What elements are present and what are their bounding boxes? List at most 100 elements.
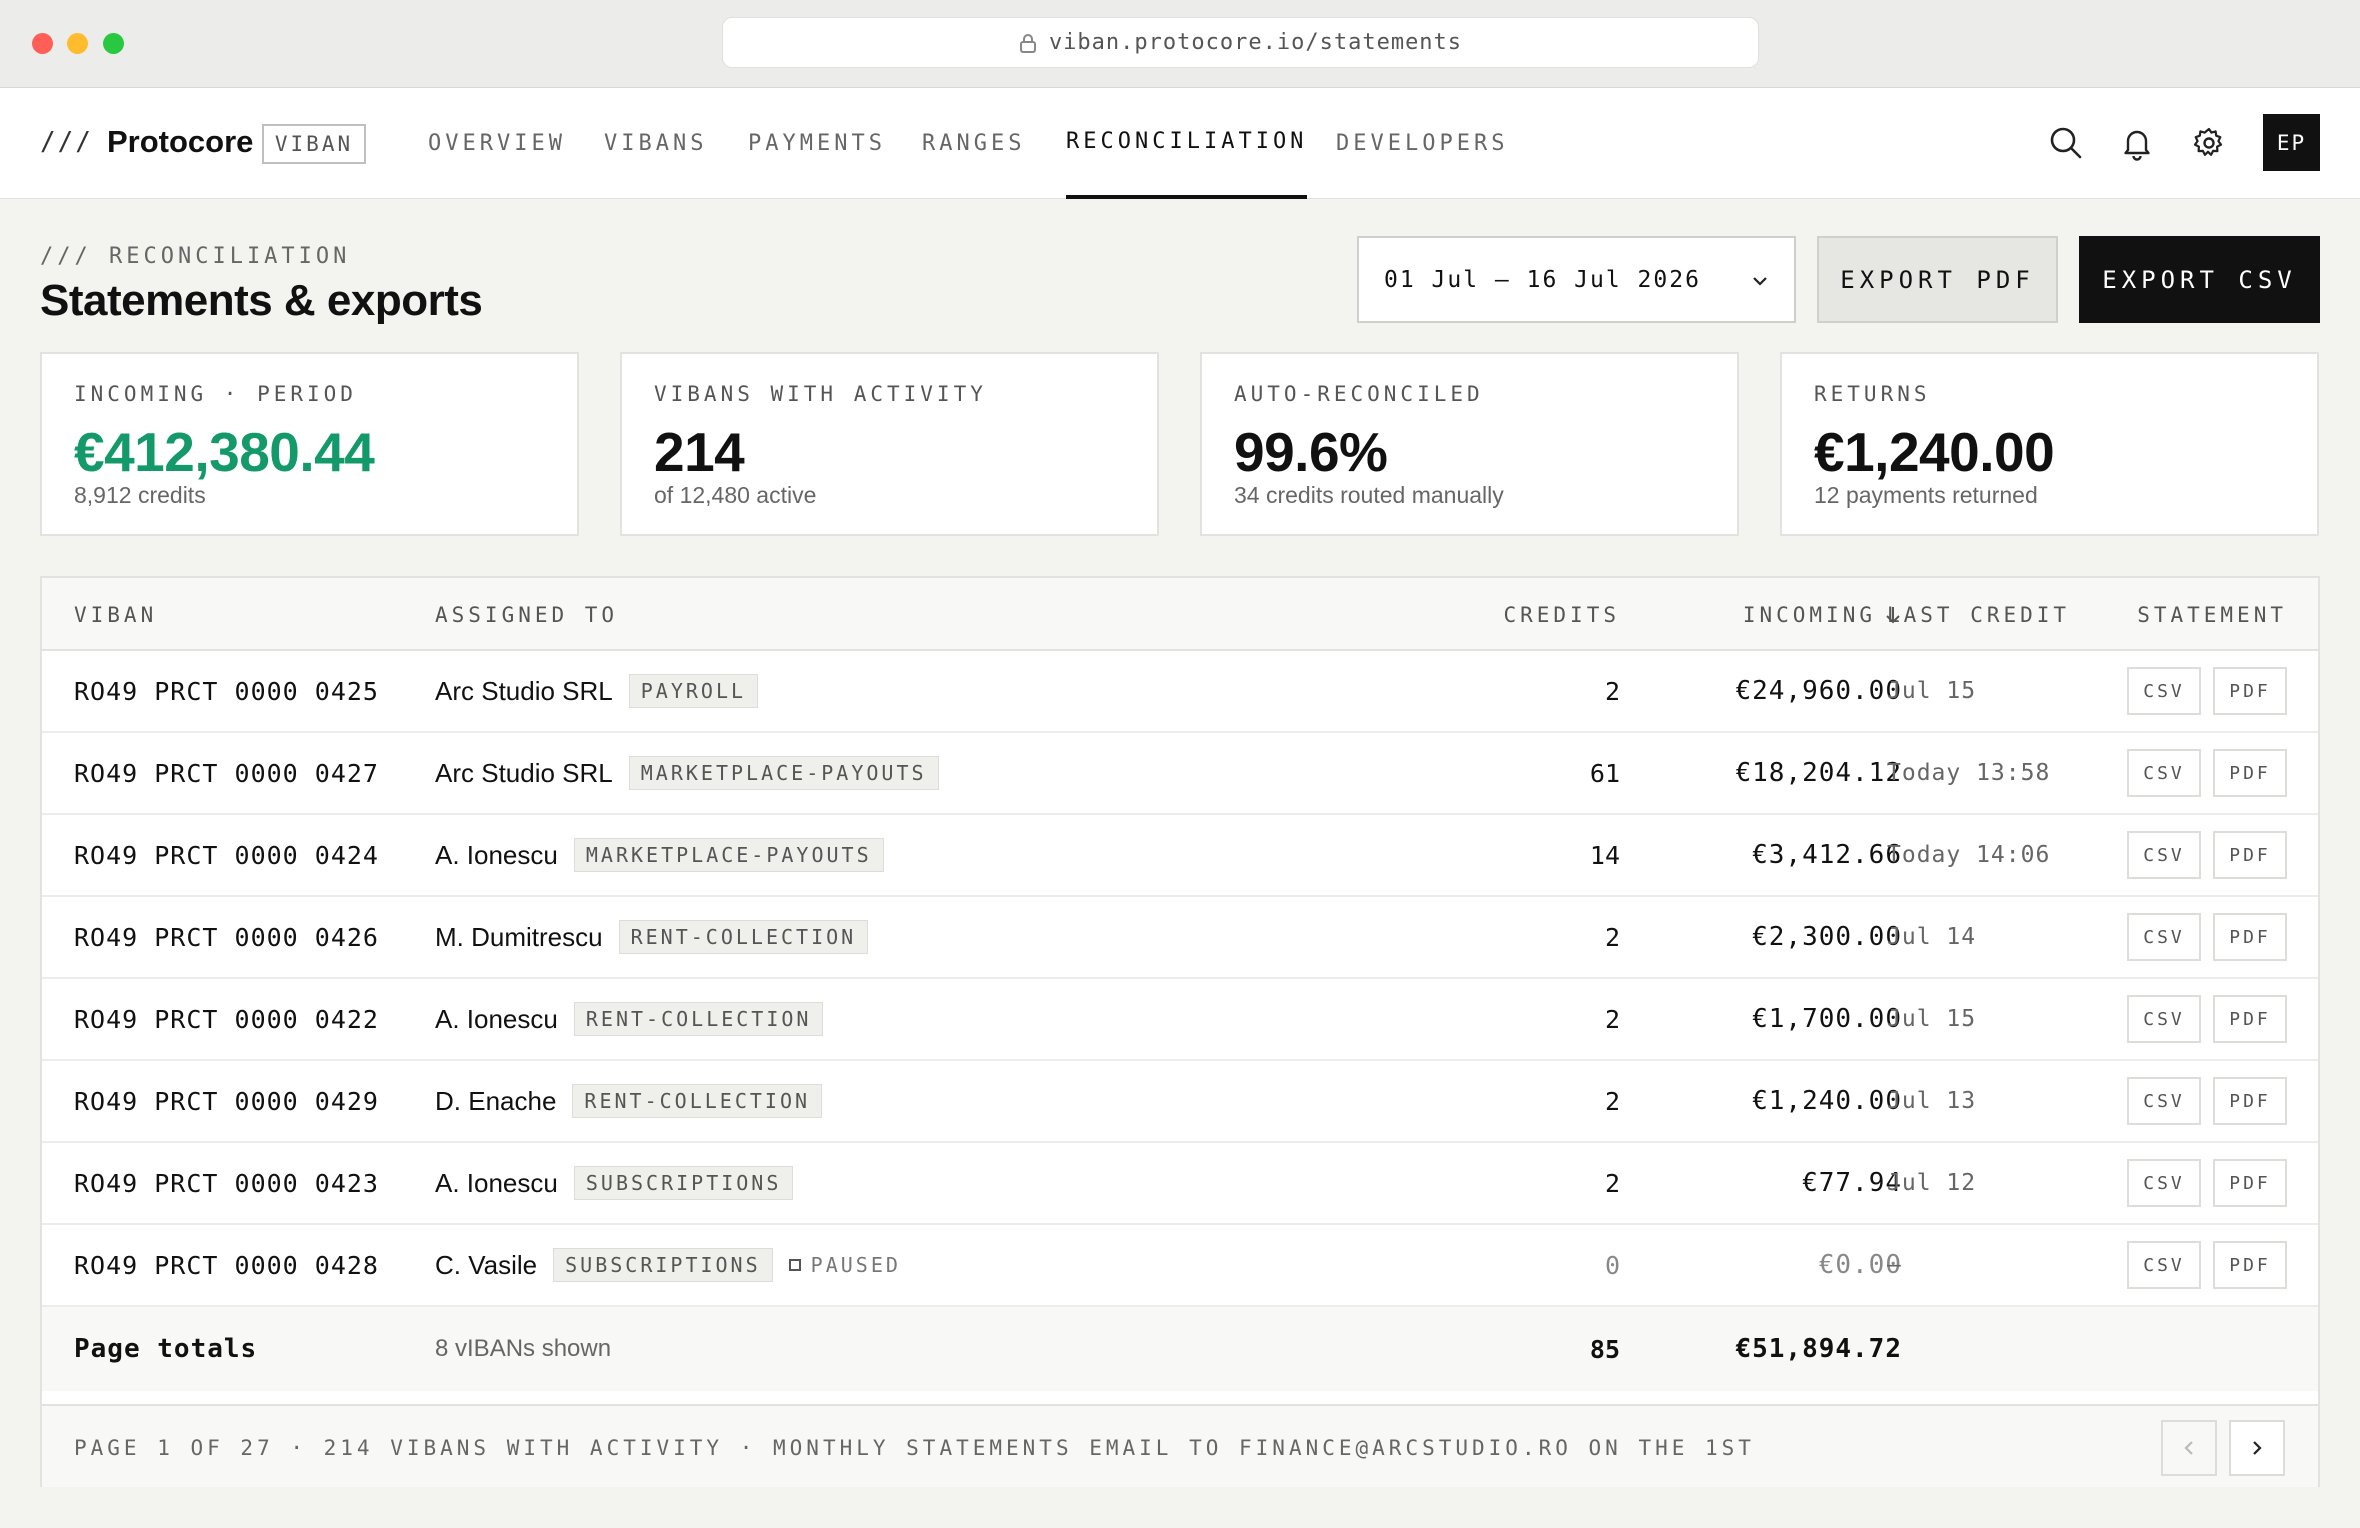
column-header-last-credit[interactable]: LAST CREDIT: [1887, 578, 2070, 651]
status-badge: PAUSED: [788, 1253, 901, 1277]
table-row[interactable]: RO49 PRCT 0000 0422 A. Ionescu RENT-COLLEC…: [42, 979, 2318, 1061]
incoming-amount: €18,204.12: [1735, 758, 1902, 788]
window-minimize-button[interactable]: [67, 33, 88, 54]
search-icon[interactable]: [2043, 120, 2089, 166]
credits-count: 61: [1589, 758, 1620, 788]
column-header-assigned[interactable]: ASSIGNED TO: [435, 578, 618, 651]
nav-link-developers[interactable]: DEVELOPERS: [1336, 88, 1508, 199]
table-row[interactable]: RO49 PRCT 0000 0426 M. Dumitrescu RENT-COL…: [42, 897, 2318, 979]
nav-link-payments[interactable]: PAYMENTS: [748, 88, 886, 199]
nav-link-vibans[interactable]: VIBANS: [604, 88, 707, 199]
table-row[interactable]: RO49 PRCT 0000 0425 Arc Studio SRL PAYROLL…: [42, 651, 2318, 733]
download-csv-button[interactable]: CSV: [2127, 1077, 2201, 1125]
nav-link-overview[interactable]: OVERVIEW: [428, 88, 566, 199]
logo-mark: ///: [40, 127, 93, 157]
column-header-credits[interactable]: CREDITS: [1342, 578, 1620, 651]
nav-link-ranges[interactable]: RANGES: [922, 88, 1025, 199]
download-csv-button[interactable]: CSV: [2127, 749, 2201, 797]
lock-icon: [1019, 33, 1036, 53]
pagination-summary: PAGE 1 OF 27 · 214 VIBANS WITH ACTIVITY …: [74, 1435, 1755, 1460]
download-pdf-button[interactable]: PDF: [2213, 995, 2287, 1043]
user-avatar[interactable]: EP: [2263, 114, 2320, 171]
window-close-button[interactable]: [32, 33, 53, 54]
assigned-to: Arc Studio SRL MARKETPLACE-PAYOUTS: [435, 733, 939, 813]
download-pdf-button[interactable]: PDF: [2213, 1077, 2287, 1125]
chevron-left-icon: [2184, 1441, 2193, 1455]
next-page-button[interactable]: [2229, 1420, 2285, 1476]
table-row[interactable]: RO49 PRCT 0000 0429 D. Enache RENT-COLLECT…: [42, 1061, 2318, 1143]
table-row[interactable]: RO49 PRCT 0000 0423 A. Ionescu SUBSCRIPTIO…: [42, 1143, 2318, 1225]
stat-label: AUTO-RECONCILED: [1234, 382, 1484, 406]
download-pdf-button[interactable]: PDF: [2213, 913, 2287, 961]
last-credit: Jul 13: [1887, 1088, 1977, 1114]
credits-count: 2: [1604, 1168, 1620, 1198]
breadcrumb: /// RECONCILIATION: [40, 244, 351, 269]
window-maximize-button[interactable]: [103, 33, 124, 54]
last-credit: Today 14:06: [1887, 842, 2051, 868]
stat-value: 214: [654, 421, 745, 483]
last-credit: Jul 12: [1887, 1170, 1977, 1196]
download-pdf-button[interactable]: PDF: [2213, 749, 2287, 797]
assigned-to: A. Ionescu RENT-COLLECTION: [435, 979, 824, 1059]
brand-name: Protocore: [106, 124, 254, 159]
address-bar[interactable]: viban.protocore.io/statements: [722, 17, 1759, 68]
column-header-viban[interactable]: VIBAN: [74, 578, 157, 651]
statement-actions: CSV PDF: [2127, 979, 2287, 1059]
assignee-name: A. Ionescu: [435, 839, 558, 870]
assignee-name: C. Vasile: [435, 1249, 538, 1280]
totals-credits: 85: [1589, 1334, 1620, 1364]
download-pdf-button[interactable]: PDF: [2213, 1159, 2287, 1207]
page-title: Statements & exports: [40, 276, 483, 325]
stat-value: 99.6%: [1234, 421, 1388, 483]
download-csv-button[interactable]: CSV: [2127, 913, 2201, 961]
assigned-to: A. Ionescu SUBSCRIPTIONS: [435, 1143, 794, 1223]
incoming-amount: €77.94: [1802, 1168, 1902, 1198]
download-pdf-button[interactable]: PDF: [2213, 1241, 2287, 1289]
table-row[interactable]: RO49 PRCT 0000 0428 C. Vasile SUBSCRIPTION…: [42, 1225, 2318, 1307]
purpose-tag: PAYROLL: [628, 674, 759, 708]
column-header-incoming[interactable]: INCOMING: [1662, 578, 1902, 651]
viban-number: RO49 PRCT 0000 0429: [74, 1086, 379, 1116]
page-totals-row: Page totals 8 vIBANs shown 85 €51,894.72: [42, 1307, 2318, 1391]
brand-logo[interactable]: /// Protocore: [40, 124, 253, 160]
assignee-name: Arc Studio SRL: [435, 675, 613, 706]
stat-label: VIBANS WITH ACTIVITY: [654, 382, 987, 406]
date-range-picker[interactable]: 01 Jul – 16 Jul 2026: [1357, 236, 1796, 323]
statement-actions: CSV PDF: [2127, 1225, 2287, 1305]
gear-icon[interactable]: [2186, 120, 2232, 166]
last-credit: –: [1887, 1252, 1902, 1278]
stat-value: €412,380.44: [74, 421, 375, 483]
download-csv-button[interactable]: CSV: [2127, 831, 2201, 879]
last-credit: Jul 14: [1887, 924, 1977, 950]
table-row[interactable]: RO49 PRCT 0000 0424 A. Ionescu MARKETPLACE…: [42, 815, 2318, 897]
viban-number: RO49 PRCT 0000 0427: [74, 758, 379, 788]
table-row[interactable]: RO49 PRCT 0000 0427 Arc Studio SRL MARKETP…: [42, 733, 2318, 815]
stat-label: INCOMING · PERIOD: [74, 382, 357, 406]
status-label: PAUSED: [810, 1253, 901, 1277]
download-csv-button[interactable]: CSV: [2127, 995, 2201, 1043]
download-csv-button[interactable]: CSV: [2127, 1241, 2201, 1289]
purpose-tag: RENT-COLLECTION: [618, 920, 869, 954]
incoming-amount: €2,300.00: [1752, 922, 1902, 952]
nav-link-reconciliation[interactable]: RECONCILIATION: [1066, 88, 1308, 199]
bell-icon[interactable]: [2114, 120, 2160, 166]
viban-number: RO49 PRCT 0000 0422: [74, 1004, 379, 1034]
download-pdf-button[interactable]: PDF: [2213, 831, 2287, 879]
assigned-to: Arc Studio SRL PAYROLL: [435, 651, 759, 731]
assigned-to: M. Dumitrescu RENT-COLLECTION: [435, 897, 869, 977]
export-csv-button[interactable]: EXPORT CSV: [2079, 236, 2320, 323]
download-csv-button[interactable]: CSV: [2127, 667, 2201, 715]
incoming-amount: €24,960.00: [1735, 676, 1902, 706]
incoming-amount: €1,700.00: [1752, 1004, 1902, 1034]
export-pdf-button[interactable]: EXPORT PDF: [1817, 236, 2058, 323]
assigned-to: C. Vasile SUBSCRIPTIONS PAUSED: [435, 1225, 901, 1305]
viban-number: RO49 PRCT 0000 0425: [74, 676, 379, 706]
chevron-down-icon: [1753, 277, 1767, 286]
purpose-tag: SUBSCRIPTIONS: [553, 1248, 773, 1282]
table-header: VIBAN ASSIGNED TO CREDITS INCOMING LAST …: [42, 578, 2318, 651]
assigned-to: A. Ionescu MARKETPLACE-PAYOUTS: [435, 815, 884, 895]
previous-page-button[interactable]: [2161, 1420, 2217, 1476]
download-pdf-button[interactable]: PDF: [2213, 667, 2287, 715]
download-csv-button[interactable]: CSV: [2127, 1159, 2201, 1207]
pause-square-icon: [788, 1259, 801, 1271]
